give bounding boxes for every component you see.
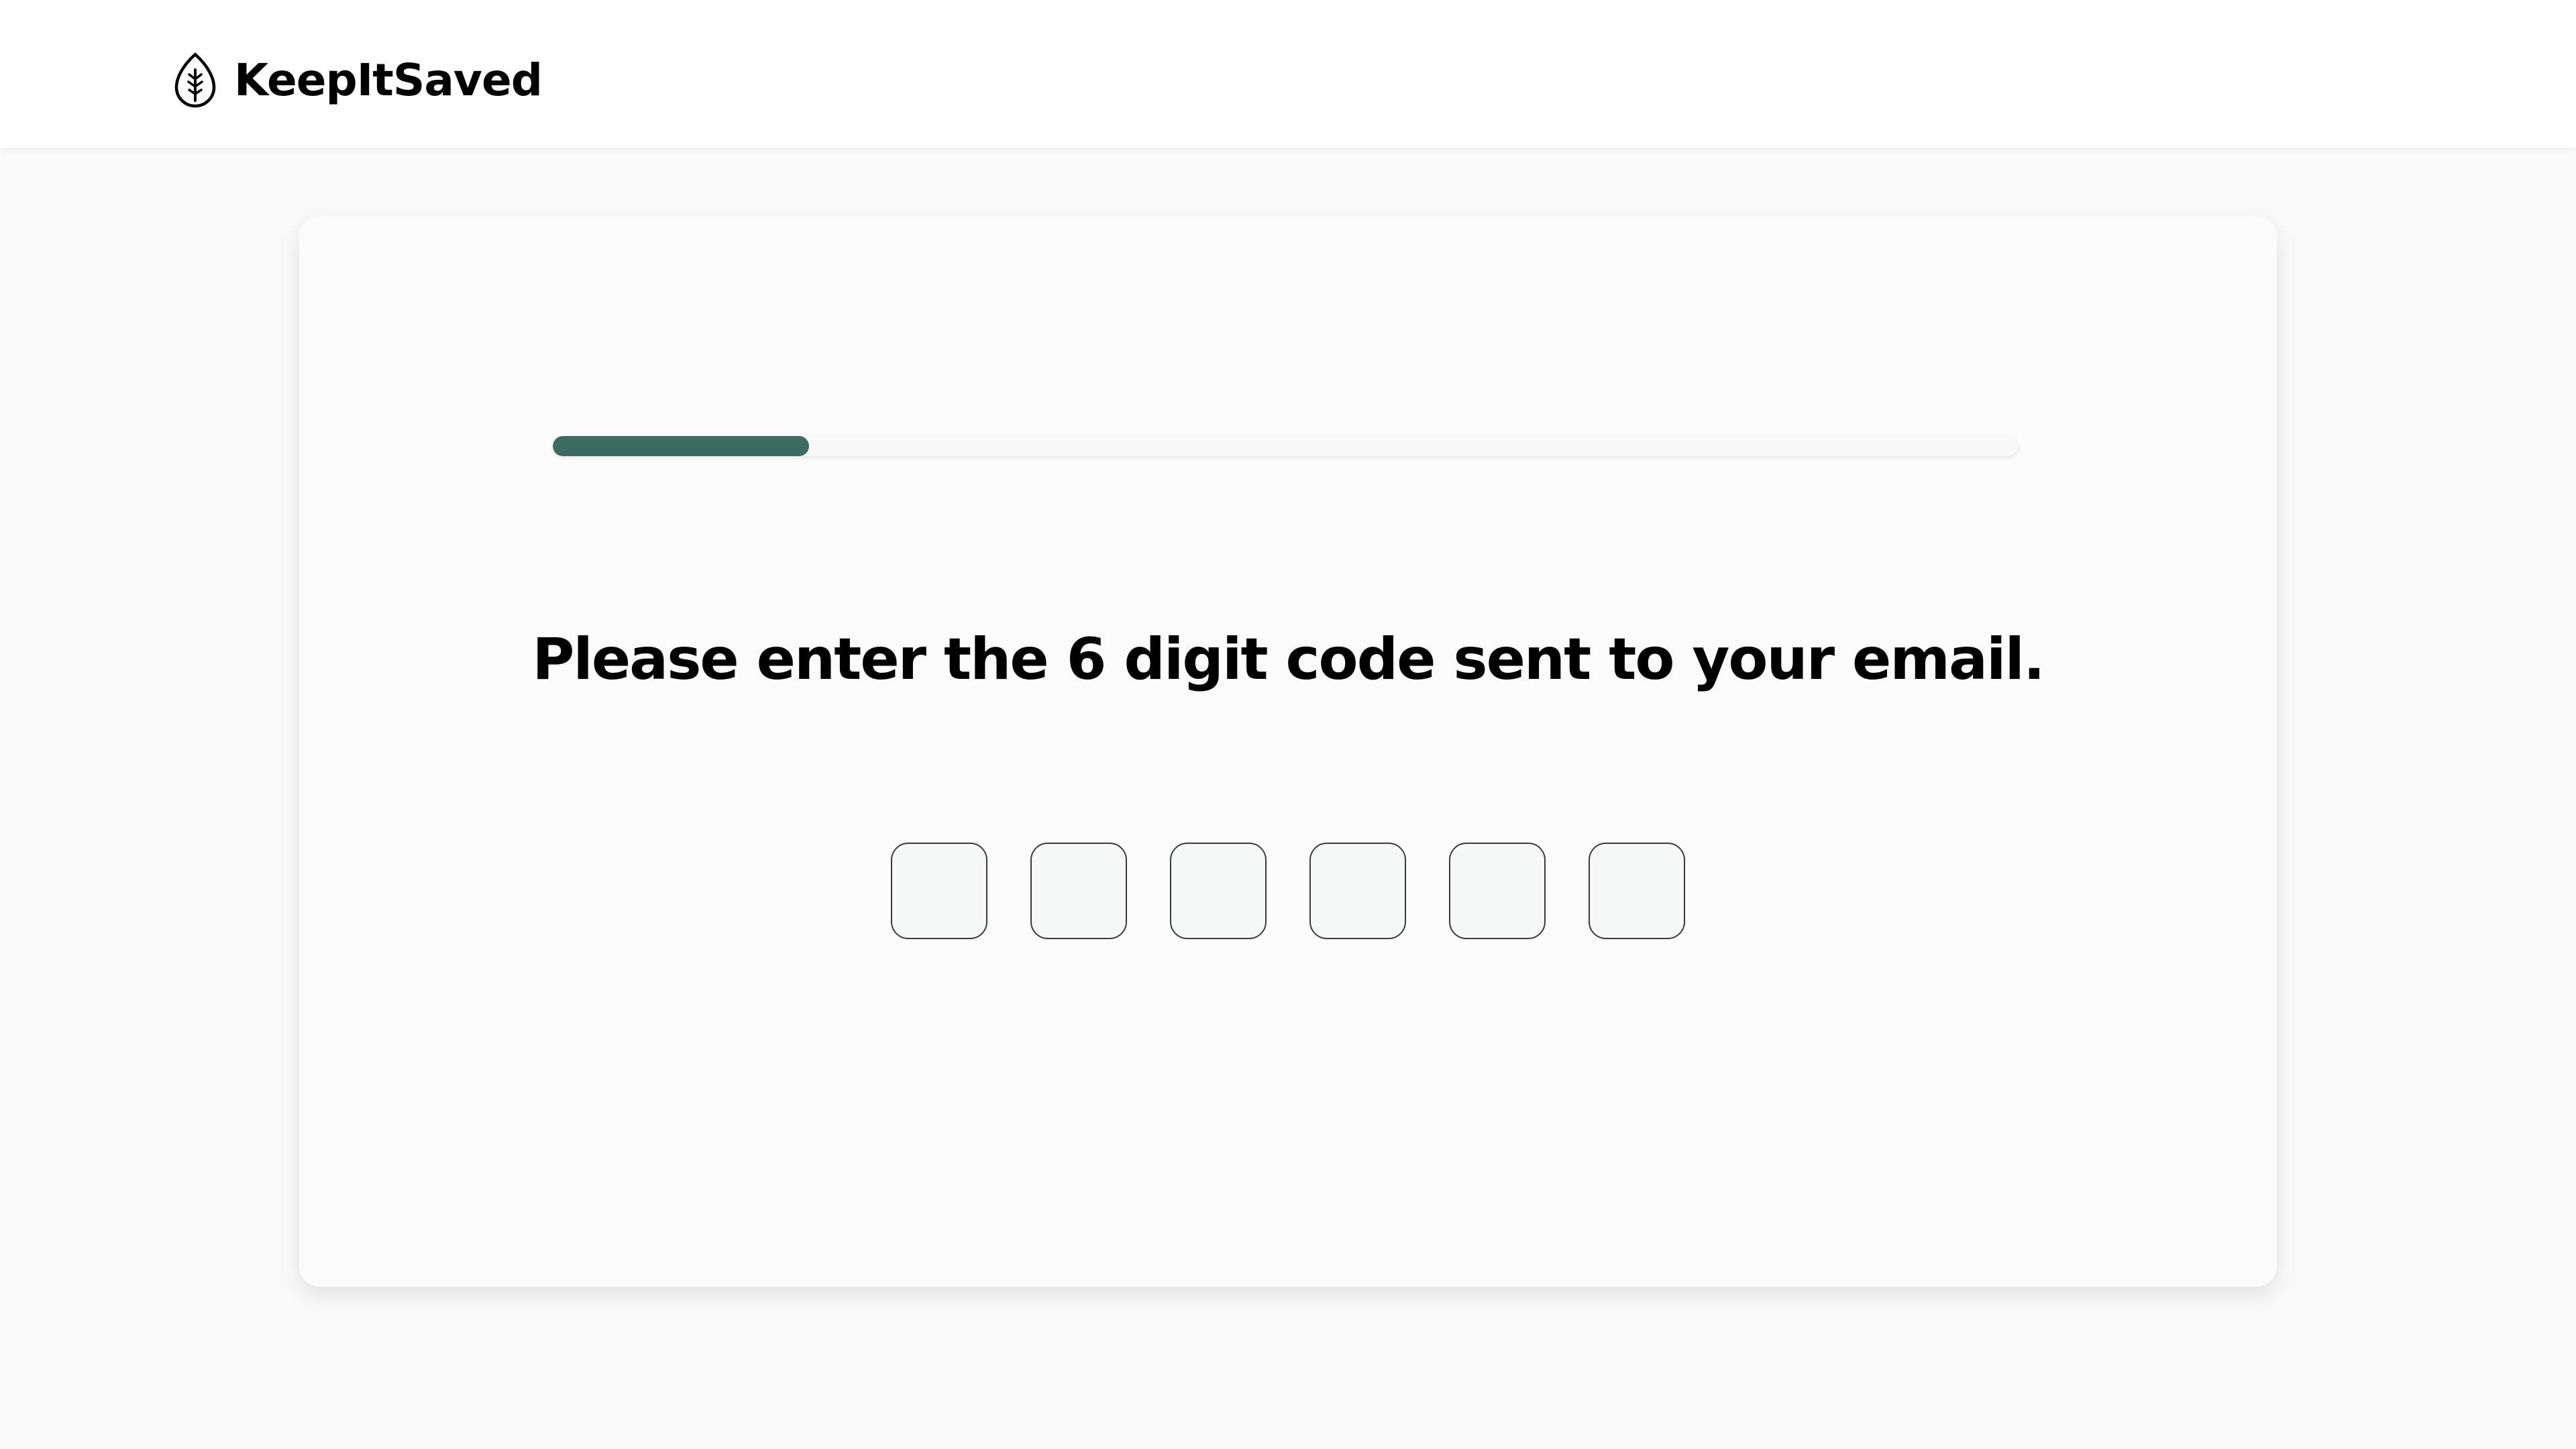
verification-prompt: Please enter the 6 digit code sent to yo… xyxy=(532,626,2045,693)
progress-fill xyxy=(553,436,810,456)
code-digit-input-4[interactable] xyxy=(1309,843,1406,939)
progress-bar xyxy=(553,436,2018,456)
code-digit-input-2[interactable] xyxy=(1030,843,1127,939)
top-header: KeepItSaved xyxy=(0,0,2576,148)
brand[interactable]: KeepItSaved xyxy=(171,50,543,111)
verification-card: Please enter the 6 digit code sent to yo… xyxy=(299,216,2277,1287)
code-digit-input-3[interactable] xyxy=(1170,843,1267,939)
code-digit-input-5[interactable] xyxy=(1449,843,1546,939)
brand-name: KeepItSaved xyxy=(234,54,543,106)
leaf-icon xyxy=(171,50,219,111)
code-digit-input-1[interactable] xyxy=(891,843,987,939)
code-input-group xyxy=(891,843,1685,939)
code-digit-input-6[interactable] xyxy=(1589,843,1685,939)
